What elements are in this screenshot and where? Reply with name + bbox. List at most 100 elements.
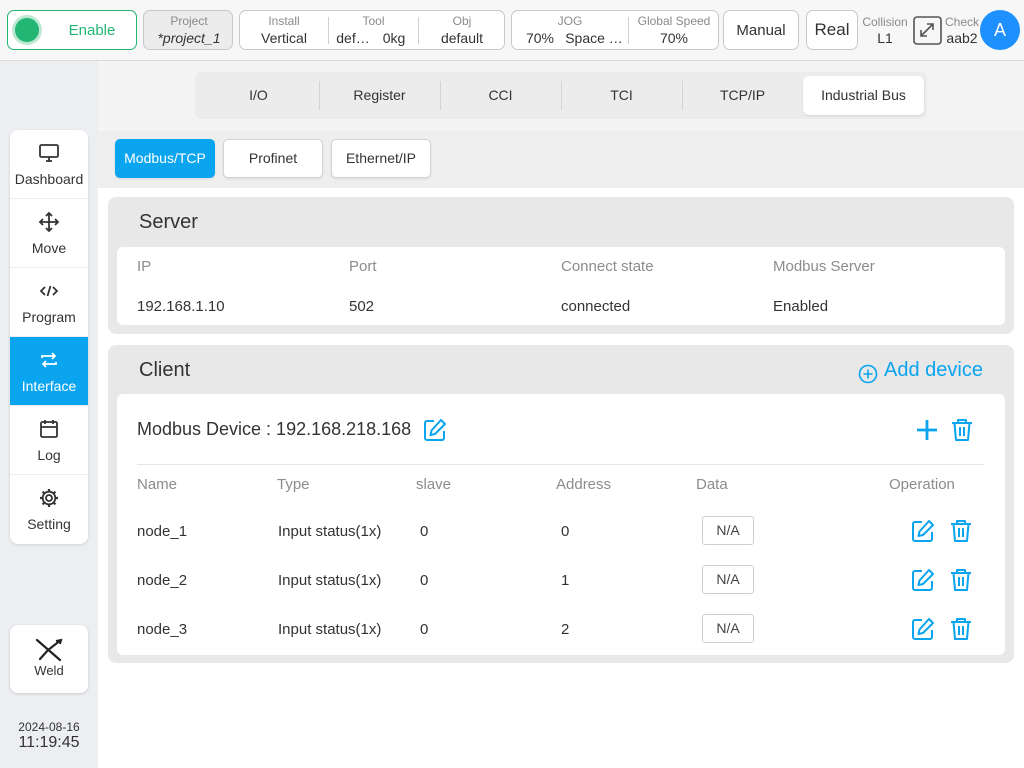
tab-cci[interactable]: CCI	[440, 76, 561, 115]
server-title: Server	[139, 211, 198, 233]
header-name: Name	[137, 476, 178, 493]
node-data-field: N/A	[702, 614, 754, 643]
tab-header: I/O Register CCI TCI TCP/IP Industrial B…	[98, 61, 1024, 131]
node-name: node_2	[137, 572, 188, 589]
node-data-field: N/A	[702, 565, 754, 594]
jog-caption: JOG	[557, 14, 583, 28]
tab-tci[interactable]: TCI	[561, 76, 682, 115]
project-name: *project_1	[157, 30, 221, 46]
sidebar-item-interface[interactable]: Interface	[10, 337, 88, 406]
node-address: 2	[561, 621, 570, 638]
manual-mode-button[interactable]: Manual	[723, 10, 799, 50]
calendar-icon	[40, 420, 58, 438]
server-header-connect-state: Connect state	[561, 258, 654, 275]
add-circle-icon	[858, 364, 878, 384]
tab-profinet[interactable]: Profinet	[223, 139, 323, 178]
add-device-label: Add device	[884, 359, 983, 381]
protocol-tabs: Modbus/TCP Profinet Ethernet/IP	[98, 131, 1024, 188]
tool-weight: 0kg	[382, 30, 406, 46]
table-row: node_3 Input status(1x) 0 2 N/A	[117, 604, 1005, 653]
server-header-modbus-server: Modbus Server	[773, 258, 875, 275]
edit-device-icon[interactable]	[422, 417, 448, 443]
tool-name: def…	[336, 30, 370, 46]
install-tool-obj-panel[interactable]: Install Vertical Tool def… 0kg Obj defau…	[239, 10, 505, 50]
check-value: aab2	[946, 30, 978, 46]
tab-ethernet-ip[interactable]: Ethernet/IP	[331, 139, 431, 178]
tab-modbus-tcp[interactable]: Modbus/TCP	[115, 139, 215, 178]
collision-value: L1	[877, 30, 893, 46]
tab-industrial-bus[interactable]: Industrial Bus	[803, 76, 924, 115]
sidebar-item-program[interactable]: Program	[10, 268, 88, 337]
obj-value: default	[440, 30, 484, 46]
collision-level[interactable]: Collision L1	[860, 12, 910, 50]
node-type: Input status(1x)	[278, 621, 382, 638]
table-row: node_2 Input status(1x) 0 1 N/A	[117, 555, 1005, 604]
monitor-icon	[39, 144, 59, 162]
node-address: 0	[561, 523, 570, 540]
current-date: 2024-08-16	[18, 720, 80, 734]
check-caption: Check	[944, 15, 979, 29]
edit-node-icon[interactable]	[910, 616, 936, 642]
header-type: Type	[277, 476, 310, 493]
weld-button[interactable]: Weld	[10, 625, 88, 693]
node-type: Input status(1x)	[278, 523, 382, 540]
server-connect-state: connected	[561, 298, 631, 315]
sidebar-item-move[interactable]: Move	[10, 199, 88, 268]
global-speed-caption: Global Speed	[637, 14, 711, 28]
header-slave: slave	[416, 476, 452, 493]
device-title: Modbus Device : 192.168.218.168	[137, 419, 412, 439]
modbus-device-card: Modbus Device : 192.168.218.168 Name Typ…	[117, 394, 1005, 655]
global-speed-value: 70%	[659, 30, 689, 46]
project-selector[interactable]: Project *project_1	[143, 10, 233, 50]
client-panel: Client Add device Modbus Device : 192.16…	[108, 345, 1014, 663]
project-caption: Project	[170, 14, 208, 28]
node-slave: 0	[420, 621, 429, 638]
real-mode-button[interactable]: Real	[806, 10, 858, 50]
sidebar-item-label: Program	[22, 309, 76, 325]
node-data-field: N/A	[702, 516, 754, 545]
add-node-icon[interactable]	[914, 417, 940, 443]
check-status[interactable]: Check aab2	[942, 12, 982, 50]
enable-label: Enable	[68, 22, 116, 39]
tab-register[interactable]: Register	[319, 76, 440, 115]
header-data: Data	[696, 476, 728, 493]
sidebar-nav: Dashboard Move Program Interface Log Set…	[10, 130, 88, 544]
expand-icon[interactable]	[913, 16, 942, 45]
table-row: node_1 Input status(1x) 0 0 N/A	[117, 506, 1005, 555]
sidebar-item-label: Setting	[27, 516, 71, 532]
real-mode-label: Real	[814, 20, 850, 39]
delete-device-icon[interactable]	[949, 417, 975, 443]
sidebar-item-dashboard[interactable]: Dashboard	[10, 130, 88, 199]
delete-node-icon[interactable]	[948, 616, 974, 642]
tab-tcp-ip[interactable]: TCP/IP	[682, 76, 803, 115]
header-operation: Operation	[889, 476, 955, 493]
edit-node-icon[interactable]	[910, 518, 936, 544]
enable-button[interactable]: Enable	[7, 10, 137, 50]
node-slave: 0	[420, 572, 429, 589]
jog-speed-panel[interactable]: JOG 70% Space … Global Speed 70%	[511, 10, 719, 50]
weld-torch-icon	[35, 638, 63, 662]
delete-node-icon[interactable]	[948, 567, 974, 593]
enable-status-icon	[15, 18, 39, 42]
move-arrows-icon	[38, 211, 60, 233]
server-ip: 192.168.1.10	[137, 298, 225, 315]
edit-node-icon[interactable]	[910, 567, 936, 593]
sidebar-item-log[interactable]: Log	[10, 406, 88, 475]
weld-label: Weld	[34, 663, 64, 678]
sidebar-item-setting[interactable]: Setting	[10, 475, 88, 544]
interface-tabs: I/O Register CCI TCI TCP/IP Industrial B…	[195, 72, 927, 119]
tab-io[interactable]: I/O	[198, 76, 319, 115]
client-title: Client	[139, 359, 191, 381]
divider	[137, 464, 984, 465]
sidebar-item-label: Move	[31, 240, 67, 256]
sidebar-item-label: Interface	[21, 378, 77, 394]
delete-node-icon[interactable]	[948, 518, 974, 544]
obj-caption: Obj	[452, 14, 472, 28]
server-panel: Server IP Port Connect state Modbus Serv…	[108, 197, 1014, 334]
main-content: I/O Register CCI TCI TCP/IP Industrial B…	[98, 61, 1024, 768]
collision-caption: Collision	[862, 15, 908, 29]
jog-percent: 70%	[525, 30, 555, 46]
jog-frame: Space …	[565, 30, 623, 46]
user-avatar[interactable]: A	[980, 10, 1020, 50]
gear-icon	[40, 489, 58, 507]
